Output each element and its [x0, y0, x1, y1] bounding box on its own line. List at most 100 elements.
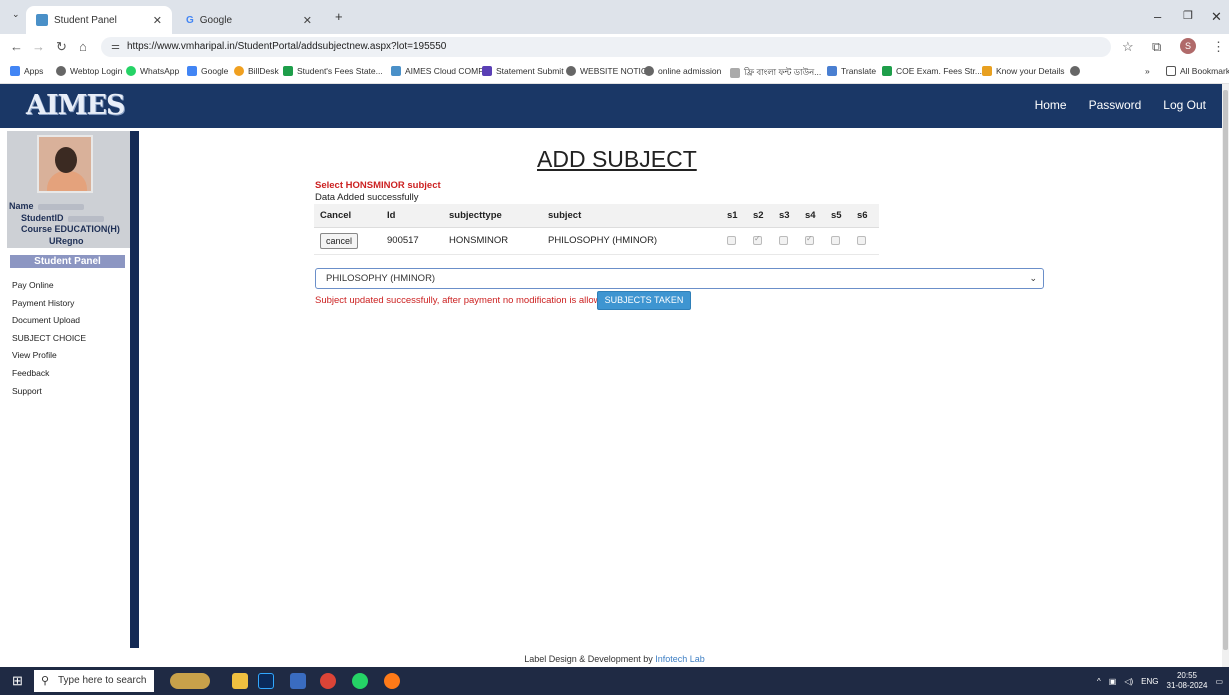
tray-time: 20:55: [1176, 671, 1197, 680]
tray-volume-icon[interactable]: ◁): [1124, 677, 1133, 686]
menu-feedback[interactable]: Feedback: [12, 365, 86, 383]
student-uregno: URegno: [49, 236, 84, 246]
bookmarks-overflow[interactable]: »: [1145, 66, 1150, 76]
url-bar[interactable]: ⚌ https://www.vmharipal.in/StudentPortal…: [101, 37, 1111, 57]
globe-icon: [1070, 66, 1080, 76]
sidebar: Name StudentID Course EDUCATION(H) URegn…: [7, 131, 130, 648]
semester-checkbox-s4[interactable]: [805, 234, 814, 245]
bookmark-coe-exam-fees[interactable]: COE Exam. Fees Str...: [882, 66, 982, 76]
site-info-icon[interactable]: ⚌: [111, 37, 120, 57]
bookmark-webtop-login[interactable]: Webtop Login: [56, 66, 122, 76]
restore-icon[interactable]: ❐: [1183, 9, 1193, 22]
col-cancel: Cancel: [314, 204, 381, 228]
page-scrollbar[interactable]: [1222, 84, 1229, 667]
notification-icon[interactable]: ▭: [1215, 677, 1223, 686]
bookmark-whatsapp[interactable]: WhatsApp: [126, 66, 179, 76]
bookmark-statement-submit[interactable]: Statement Submit: [482, 66, 564, 76]
new-tab-button[interactable]: +: [335, 9, 343, 24]
semester-checkbox-s2[interactable]: [753, 234, 762, 245]
taskbar-search[interactable]: ⚲ Type here to search: [34, 670, 154, 692]
bookmark-billdesk[interactable]: BillDesk: [234, 66, 279, 76]
footer-link-infotech[interactable]: Infotech Lab: [655, 654, 705, 664]
tab-google[interactable]: G Google ✕: [176, 6, 322, 34]
redacted-name: [37, 203, 84, 210]
subject-dropdown[interactable]: PHILOSOPHY (HMINOR) ⌄: [315, 268, 1044, 289]
firefox-icon[interactable]: [384, 673, 400, 689]
google-icon: G: [186, 14, 194, 26]
bookmark-apps[interactable]: Apps: [10, 66, 43, 76]
bookmark-globe[interactable]: [1070, 66, 1084, 76]
nav-password[interactable]: Password: [1089, 98, 1142, 112]
news-widget-icon[interactable]: [170, 673, 210, 689]
bookmark-fees-statement[interactable]: Student's Fees State...: [283, 66, 383, 76]
home-icon[interactable]: ⌂: [79, 39, 87, 54]
cancel-button[interactable]: cancel: [320, 232, 359, 249]
taskbar-search-placeholder: Type here to search: [58, 675, 147, 686]
menu-subject-choice[interactable]: SUBJECT CHOICE: [12, 330, 86, 348]
subjects-taken-button[interactable]: SUBJECTS TAKEN: [597, 291, 691, 310]
photoshop-icon[interactable]: [258, 673, 274, 689]
windows-start-icon[interactable]: ⊞: [12, 674, 26, 688]
profile-avatar[interactable]: S: [1180, 38, 1196, 54]
menu-pay-online[interactable]: Pay Online: [12, 277, 86, 295]
whatsapp-icon[interactable]: [352, 673, 368, 689]
chrome-icon[interactable]: [320, 673, 336, 689]
back-icon[interactable]: ←: [10, 39, 23, 54]
file-explorer-icon[interactable]: [232, 673, 248, 689]
site-favicon-icon: [36, 14, 48, 26]
bookmark-online-admission[interactable]: online admission: [644, 66, 721, 76]
bookmark-translate[interactable]: Translate: [827, 66, 876, 76]
nav-logout[interactable]: Log Out: [1163, 98, 1206, 112]
cell-subject: PHILOSOPHY (HMINOR): [542, 227, 721, 255]
billdesk-icon: [234, 66, 244, 76]
semester-checkbox-s6[interactable]: [857, 235, 866, 245]
close-icon[interactable]: ✕: [153, 14, 162, 27]
semester-checkbox-s3[interactable]: [779, 235, 788, 245]
bookmark-website-notice[interactable]: WEBSITE NOTICE: [566, 66, 653, 76]
col-subjecttype: subjecttype: [443, 204, 542, 228]
tray-language[interactable]: ENG: [1141, 677, 1158, 686]
window-close-icon[interactable]: ✕: [1211, 9, 1222, 25]
extensions-icon[interactable]: ⧉: [1152, 39, 1161, 55]
bookmark-aimes-cloud[interactable]: AIMES Cloud COMP...: [391, 66, 490, 76]
aimes-logo: AIMES: [26, 90, 126, 121]
bookmarks-bar: Apps Webtop Login WhatsApp Google BillDe…: [0, 60, 1229, 84]
minimize-icon[interactable]: –: [1154, 9, 1161, 24]
tray-clock[interactable]: 20:55 31-08-2024: [1167, 671, 1208, 691]
tab-search-icon[interactable]: ⌄: [12, 9, 20, 20]
scrollbar-thumb[interactable]: [1223, 90, 1228, 650]
close-icon[interactable]: ✕: [303, 14, 312, 27]
menu-kebab-icon[interactable]: ⋮: [1212, 39, 1225, 55]
student-name: Name: [9, 201, 84, 211]
sidebar-divider: [130, 131, 139, 648]
reload-icon[interactable]: ↻: [56, 39, 67, 55]
bookmark-star-icon[interactable]: ☆: [1122, 39, 1134, 55]
url-text: https://www.vmharipal.in/StudentPortal/a…: [127, 41, 447, 52]
bookmark-google[interactable]: Google: [187, 66, 228, 76]
forms-icon: [482, 66, 492, 76]
tray-chevron-up-icon[interactable]: ^: [1097, 677, 1101, 686]
col-id: Id: [381, 204, 443, 228]
col-s5: s5: [825, 204, 851, 228]
calculator-icon[interactable]: [290, 673, 306, 689]
semester-checkbox-s1[interactable]: [727, 235, 736, 245]
menu-payment-history[interactable]: Payment History: [12, 295, 86, 313]
menu-document-upload[interactable]: Document Upload: [12, 312, 86, 330]
tab-student-panel[interactable]: Student Panel ✕: [26, 6, 172, 34]
redacted-id: [67, 215, 104, 222]
menu-support[interactable]: Support: [12, 383, 86, 401]
student-profile-card: Name StudentID Course EDUCATION(H) URegn…: [7, 131, 130, 248]
data-added-message: Data Added successfully: [315, 192, 419, 203]
semester-checkbox-s5[interactable]: [831, 235, 840, 245]
bookmark-know-your-details[interactable]: Know your Details: [982, 66, 1065, 76]
all-bookmarks[interactable]: All Bookmarks: [1166, 66, 1229, 76]
student-course: Course EDUCATION(H): [21, 224, 120, 234]
bookmark-bangla-font[interactable]: ফ্রি বাংলা ফন্ট ডাউন...: [730, 66, 821, 80]
select-subject-label: Select HONSMINOR subject: [315, 180, 441, 191]
chevron-down-icon: ⌄: [1029, 273, 1037, 283]
forward-icon[interactable]: →: [32, 39, 45, 54]
nav-home[interactable]: Home: [1035, 98, 1067, 112]
menu-view-profile[interactable]: View Profile: [12, 347, 86, 365]
tray-network-icon[interactable]: ▣: [1109, 677, 1117, 686]
tray-date: 31-08-2024: [1166, 681, 1208, 690]
